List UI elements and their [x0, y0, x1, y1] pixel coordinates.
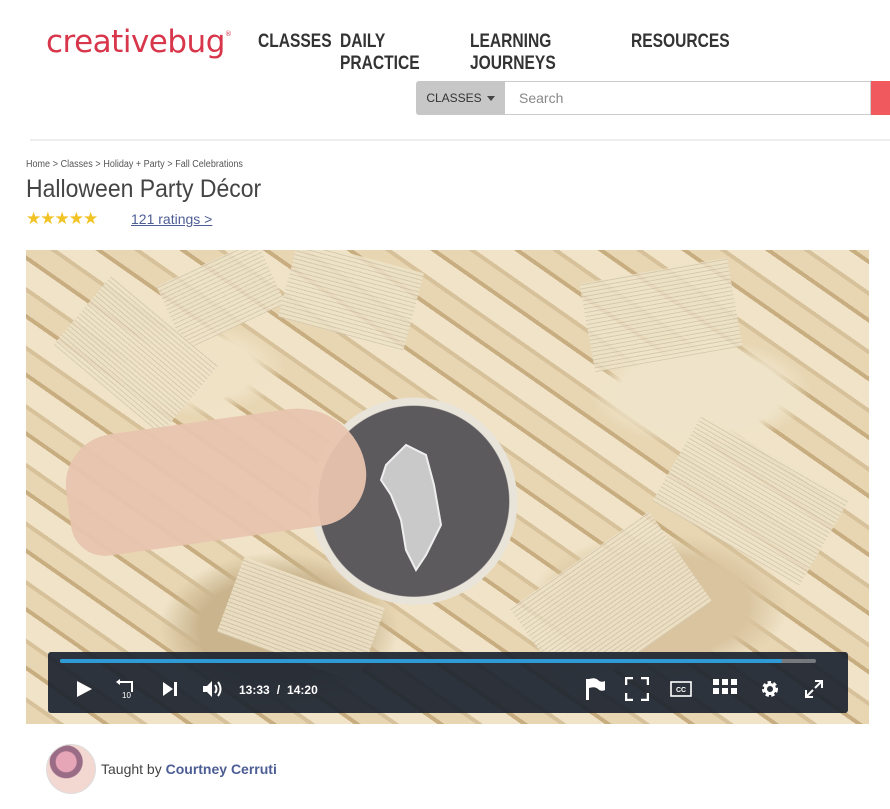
expand-corners-icon [625, 677, 649, 701]
video-controls: 10 13:33 / 14:20 CC [48, 652, 848, 713]
page-title: Halloween Party Décor [26, 175, 262, 203]
avatar[interactable] [46, 744, 96, 794]
video-frame-paper [579, 257, 743, 373]
theater-mode-button[interactable] [624, 677, 650, 701]
nav-learning-journeys[interactable]: LEARNING JOURNEYS [470, 31, 586, 75]
teacher-credit: Taught by Courtney Cerruti [46, 744, 277, 794]
breadcrumb: Home > Classes > Holiday + Party > Fall Celebr… [26, 159, 243, 170]
breadcrumb-fall-celebrations[interactable]: Fall Celebrations [175, 159, 243, 170]
closed-captions-icon: CC [670, 681, 692, 697]
breadcrumb-separator: > [52, 159, 58, 170]
breadcrumb-home[interactable]: Home [26, 159, 50, 170]
skip-back-icon: 10 [116, 679, 133, 700]
teacher-name-link[interactable]: Courtney Cerruti [166, 761, 277, 777]
main-nav: CLASSES DAILY PRACTICE LEARNING JOURNEYS… [258, 31, 730, 75]
captions-button[interactable]: CC [668, 677, 694, 701]
video-player[interactable]: 10 13:33 / 14:20 CC [26, 250, 869, 724]
nav-daily-practice[interactable]: DAILY PRACTICE [340, 31, 430, 75]
play-button[interactable] [72, 677, 96, 701]
gear-icon [762, 681, 778, 697]
skip-back-10-button[interactable]: 10 [114, 677, 138, 701]
search-category-label: CLASSES [426, 91, 482, 105]
crow-silhouette [379, 443, 443, 572]
search-bar: CLASSES [416, 81, 890, 115]
taught-by-prefix: Taught by [101, 761, 162, 777]
breadcrumb-holiday-party[interactable]: Holiday + Party [103, 159, 164, 170]
header-divider [30, 139, 890, 141]
skip-forward-icon [163, 682, 177, 696]
next-button[interactable] [158, 677, 182, 701]
nav-classes[interactable]: CLASSES [258, 31, 332, 75]
star-rating: ★★★★★ [26, 209, 98, 228]
chapters-button[interactable] [582, 677, 608, 701]
search-submit-button[interactable] [871, 81, 890, 115]
volume-icon [203, 681, 222, 697]
volume-button[interactable] [200, 677, 226, 701]
breadcrumb-separator: > [95, 159, 101, 170]
grid-icon [713, 679, 737, 694]
video-frame-hand [59, 399, 373, 561]
play-icon [76, 681, 92, 697]
chevron-down-icon [486, 95, 495, 101]
video-progress-bar[interactable] [60, 659, 816, 663]
duration: 14:20 [287, 683, 318, 697]
skip-back-label: 10 [122, 691, 131, 700]
video-frame-paper [277, 250, 425, 351]
video-time-display: 13:33 / 14:20 [239, 683, 318, 697]
fullscreen-button[interactable] [802, 677, 826, 701]
breadcrumb-separator: > [167, 159, 173, 170]
playlist-button[interactable] [712, 677, 738, 701]
settings-button[interactable] [758, 677, 782, 701]
breadcrumb-classes[interactable]: Classes [61, 159, 93, 170]
fullscreen-icon [805, 680, 823, 698]
search-input[interactable] [505, 81, 871, 115]
time-separator: / [276, 683, 281, 697]
video-progress-fill [60, 659, 782, 663]
current-time: 13:33 [239, 683, 270, 697]
ratings-link[interactable]: 121 ratings > [131, 211, 212, 227]
captions-label: CC [676, 687, 686, 694]
taught-by-text: Taught by Courtney Cerruti [101, 761, 277, 777]
nav-resources[interactable]: RESOURCES [631, 31, 730, 75]
flag-icon [586, 678, 605, 700]
search-category-dropdown[interactable]: CLASSES [416, 81, 505, 115]
creativebug-logo[interactable]: creativebug® [46, 24, 232, 60]
